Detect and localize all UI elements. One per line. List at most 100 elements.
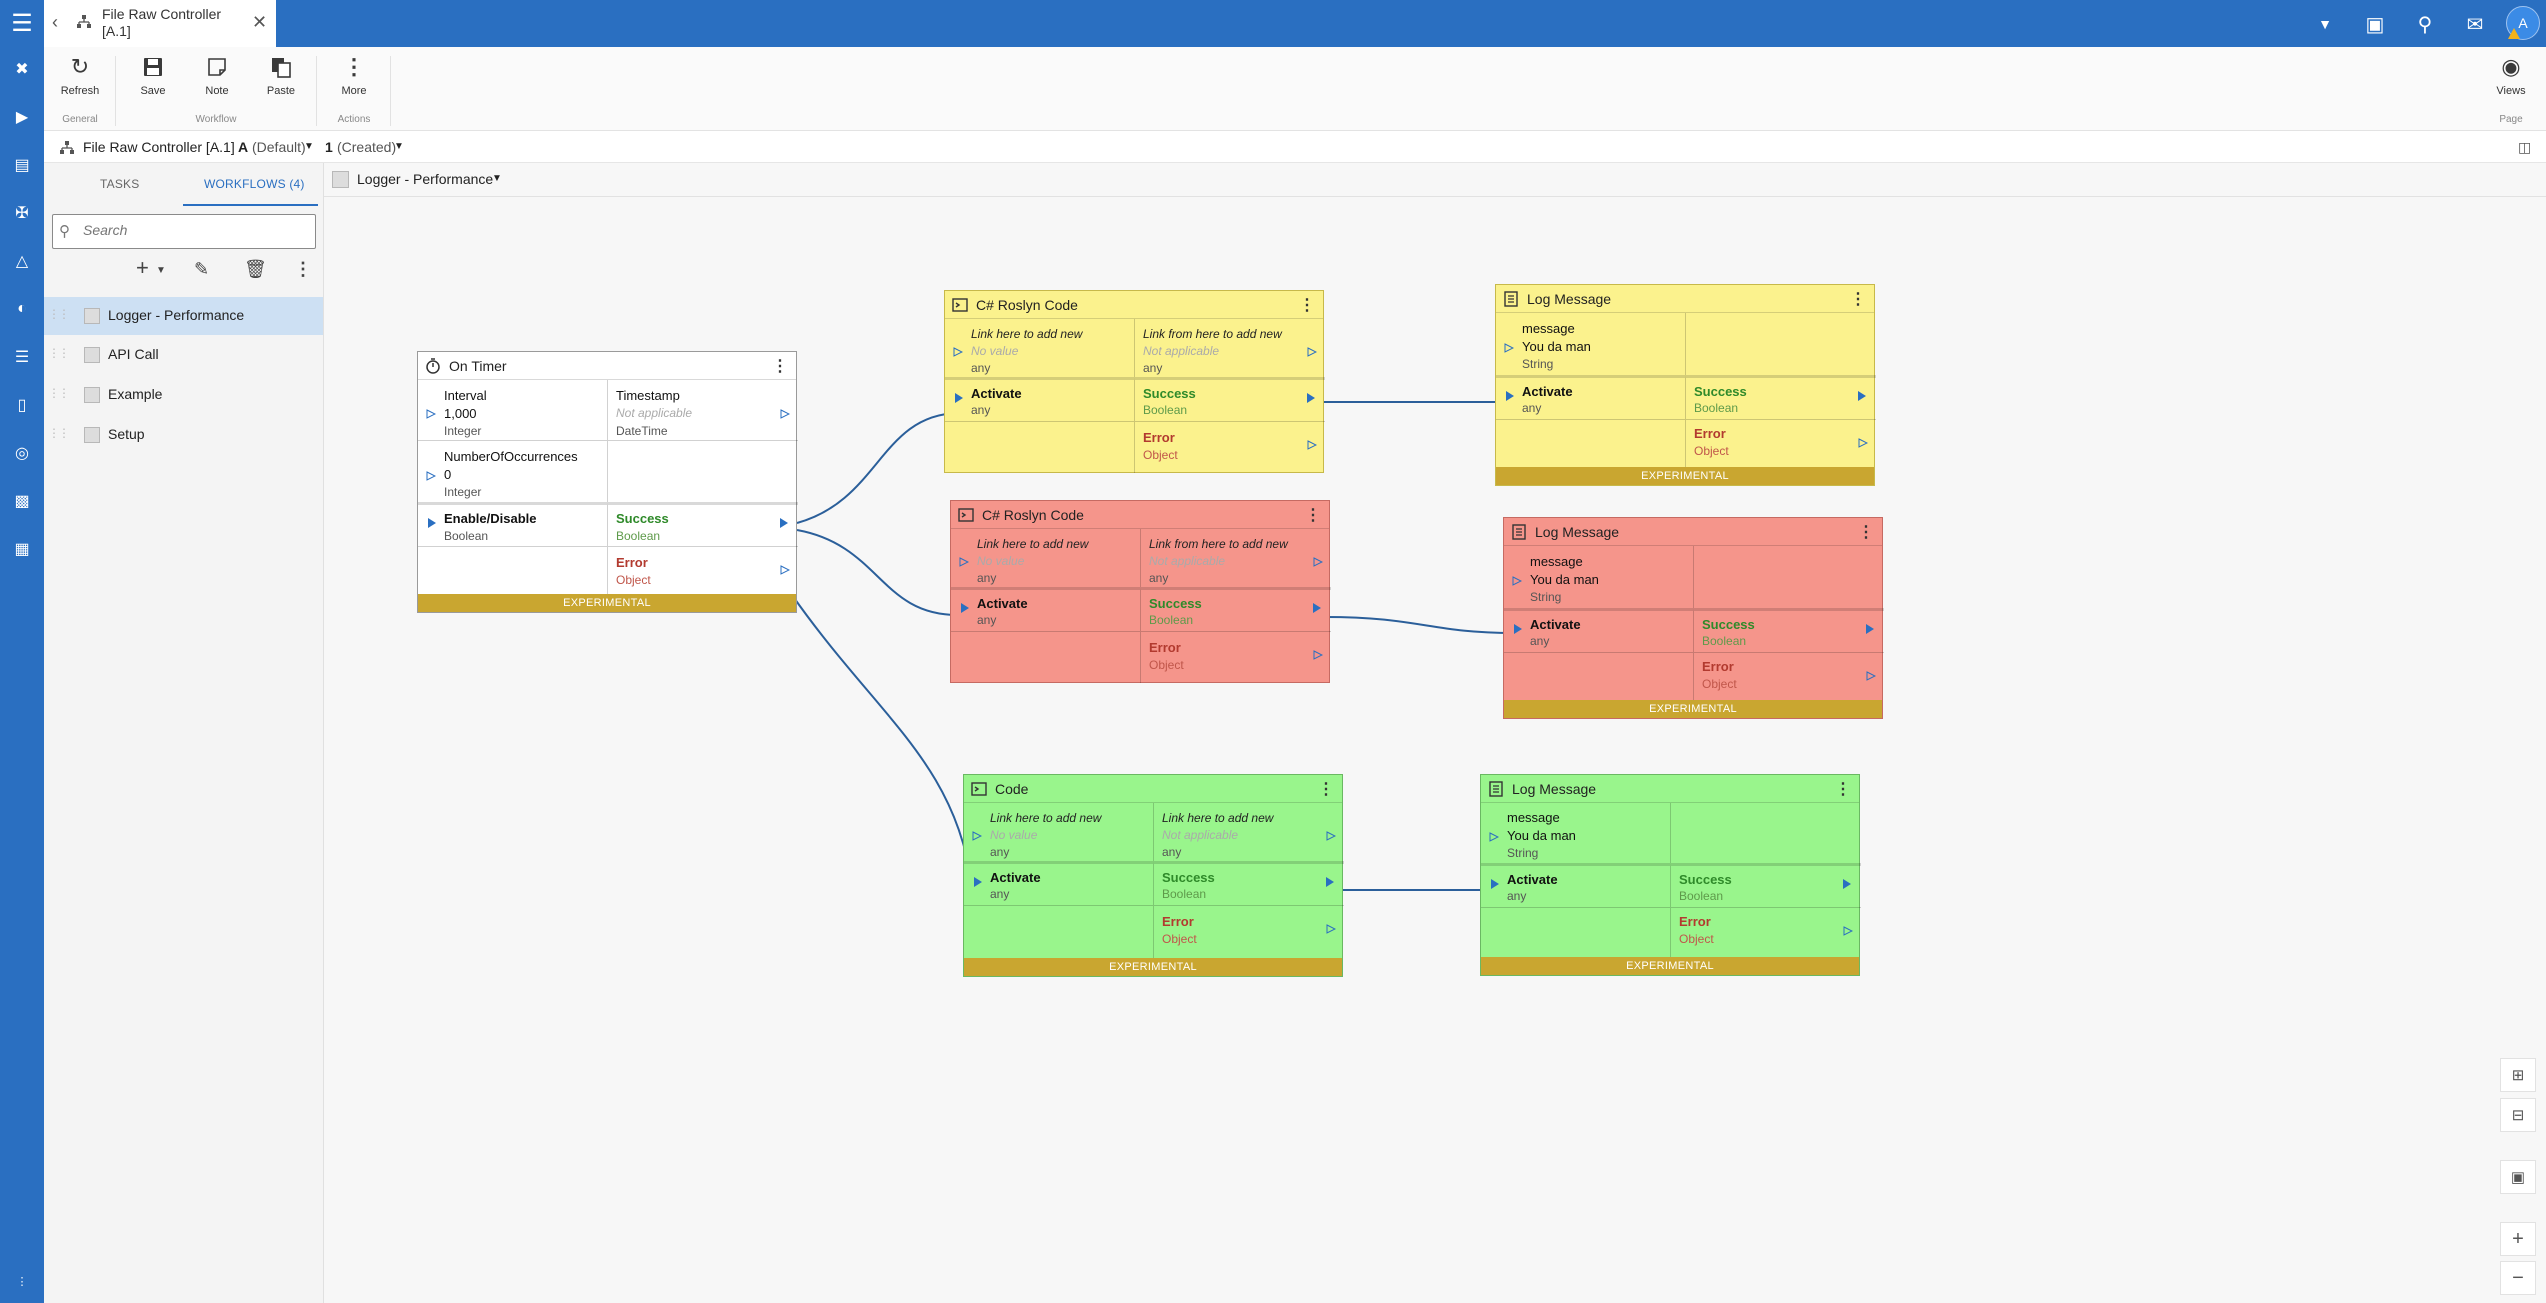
drag-handle-icon[interactable]: ⋮⋮	[48, 426, 70, 440]
dropdown-chevron-icon[interactable]: ▼	[2310, 10, 2340, 38]
activate-input[interactable]: Activate any	[964, 861, 1154, 905]
timestamp-output[interactable]: Timestamp Not applicable DateTime	[608, 380, 798, 440]
output-pin-icon[interactable]	[1843, 879, 1851, 889]
more-vertical-icon[interactable]: ⋮	[772, 356, 788, 376]
input-pin-icon[interactable]	[953, 345, 964, 357]
port-value[interactable]: 0	[444, 467, 451, 482]
error-output[interactable]: Error Object	[1154, 905, 1344, 959]
trash-icon[interactable]: 🗑	[244, 259, 267, 280]
output-pin-icon[interactable]	[1307, 345, 1318, 357]
target-icon[interactable]: ◎	[6, 438, 38, 468]
calendar-icon[interactable]: ▦	[6, 534, 38, 564]
database-icon[interactable]: ▤	[6, 150, 38, 180]
more-vertical-icon[interactable]: ⋮	[1318, 779, 1334, 799]
error-output[interactable]: Error Object	[1694, 652, 1884, 700]
zoom-in-icon[interactable]: +	[2500, 1222, 2536, 1256]
log-message-node[interactable]: Log Message ⋮ message You da man String …	[1503, 517, 1884, 719]
more-vertical-icon[interactable]: ⋮	[1858, 522, 1874, 542]
input-pin-icon[interactable]	[426, 469, 437, 481]
trigger-pin-icon[interactable]	[1506, 391, 1514, 401]
drag-handle-icon[interactable]: ⋮⋮	[48, 346, 70, 360]
output-pin-icon[interactable]	[780, 518, 788, 528]
output-pin-icon[interactable]	[1326, 877, 1334, 887]
trigger-pin-icon[interactable]	[1491, 879, 1499, 889]
search-input[interactable]	[83, 222, 303, 238]
chat-icon[interactable]: ✉	[2460, 10, 2490, 38]
roslyn-code-node[interactable]: C# Roslyn Code ⋮ Link here to add new No…	[944, 290, 1325, 473]
log-message-node[interactable]: Log Message ⋮ message You da man String …	[1480, 774, 1861, 976]
error-output[interactable]: Error Object	[1686, 419, 1876, 467]
variant-label[interactable]: (Default)	[252, 139, 306, 155]
node-header[interactable]: C# Roslyn Code ⋮	[945, 291, 1323, 319]
node-header[interactable]: Log Message ⋮	[1504, 518, 1882, 546]
input-pin-icon[interactable]	[1504, 341, 1515, 353]
port-value[interactable]: 1,000	[444, 406, 477, 421]
views-button[interactable]: ◉ Views	[2483, 52, 2539, 106]
roslyn-code-node[interactable]: C# Roslyn Code ⋮ Link here to add new No…	[950, 500, 1331, 683]
trigger-pin-icon[interactable]	[961, 603, 969, 613]
port-value[interactable]: You da man	[1530, 572, 1599, 587]
success-output[interactable]: Success Boolean	[1694, 608, 1884, 652]
occurrences-input[interactable]: NumberOfOccurrences 0 Integer	[418, 440, 608, 502]
activate-input[interactable]: Activate any	[945, 377, 1135, 421]
variant-dropdown-icon[interactable]: ▼	[304, 141, 314, 152]
output-pin-icon[interactable]	[780, 407, 791, 419]
chevron-left-icon[interactable]: ‹	[52, 12, 58, 33]
add-input-slot[interactable]: Link here to add new No value any	[951, 529, 1141, 587]
puzzle-icon[interactable]: ✠	[6, 198, 38, 228]
workflow-item[interactable]: ⋮⋮ Example	[44, 376, 323, 414]
log-message-node[interactable]: Log Message ⋮ message You da man String …	[1495, 284, 1876, 486]
flask-icon[interactable]: △	[6, 246, 38, 276]
output-pin-icon[interactable]	[1866, 669, 1877, 681]
port-value[interactable]: You da man	[1507, 828, 1576, 843]
drag-handle-icon[interactable]: ⋮⋮	[48, 307, 70, 321]
output-pin-icon[interactable]	[1313, 603, 1321, 613]
more-vertical-icon[interactable]: ⋮	[1299, 295, 1315, 315]
output-pin-icon[interactable]	[780, 563, 791, 575]
collapse-all-icon[interactable]: ⊟	[2500, 1098, 2536, 1132]
fit-to-screen-icon[interactable]: ▣	[2500, 1160, 2536, 1194]
drag-handle-icon[interactable]: ⋮⋮	[48, 386, 70, 400]
trigger-pin-icon[interactable]	[955, 393, 963, 403]
fullscreen-icon[interactable]: ▣	[2360, 10, 2390, 38]
output-pin-icon[interactable]	[1858, 436, 1869, 448]
server-icon[interactable]: ▩	[6, 486, 38, 516]
add-input-slot[interactable]: Link here to add new No value any	[945, 319, 1135, 377]
bar-chart-icon[interactable]: ▯	[6, 390, 38, 420]
add-dropdown-icon[interactable]: ▼	[156, 265, 166, 276]
message-input[interactable]: message You da man String	[1504, 546, 1694, 608]
add-output-slot[interactable]: Link from here to add new Not applicable…	[1135, 319, 1325, 377]
success-output[interactable]: Success Boolean	[1154, 861, 1344, 905]
revision-dropdown-icon[interactable]: ▼	[394, 141, 404, 152]
activate-input[interactable]: Activate any	[1496, 375, 1686, 419]
workflow-canvas[interactable]	[324, 163, 2546, 1303]
save-button[interactable]: Save	[125, 52, 181, 106]
settings-small-icon[interactable]: ⋮	[6, 1266, 38, 1296]
refresh-button[interactable]: ↻ Refresh	[52, 52, 108, 106]
broadcast-icon[interactable]: ▶	[6, 102, 38, 132]
workflow-selector[interactable]: Logger - Performance	[357, 171, 493, 187]
input-pin-icon[interactable]	[1512, 574, 1523, 586]
gauge-icon[interactable]: ◐	[6, 294, 38, 324]
output-pin-icon[interactable]	[1313, 648, 1324, 660]
add-icon[interactable]: +	[136, 255, 149, 281]
success-output[interactable]: Success Boolean	[1686, 375, 1876, 419]
output-pin-icon[interactable]	[1326, 829, 1337, 841]
add-input-slot[interactable]: Link here to add new No value any	[964, 803, 1154, 861]
workflow-dropdown-icon[interactable]: ▼	[492, 173, 502, 184]
node-header[interactable]: Log Message ⋮	[1496, 285, 1874, 313]
interval-input[interactable]: Interval 1,000 Integer	[418, 380, 608, 440]
trigger-pin-icon[interactable]	[428, 518, 436, 528]
node-header[interactable]: Log Message ⋮	[1481, 775, 1859, 803]
close-icon[interactable]: ✕	[252, 12, 267, 33]
more-button[interactable]: ⋮ More	[326, 52, 382, 106]
more-vertical-icon[interactable]: ⋮	[1835, 779, 1851, 799]
tab-workflows[interactable]: WORKFLOWS (4)	[204, 177, 305, 191]
document-tab[interactable]: ‹ File Raw Controller [A.1] ✕	[44, 0, 276, 47]
node-header[interactable]: On Timer ⋮	[418, 352, 796, 380]
tools-icon[interactable]: ✖	[6, 54, 38, 84]
output-pin-icon[interactable]	[1326, 922, 1337, 934]
add-output-slot[interactable]: Link from here to add new Not applicable…	[1141, 529, 1331, 587]
input-pin-icon[interactable]	[972, 829, 983, 841]
success-output[interactable]: Success Boolean	[1135, 377, 1325, 421]
